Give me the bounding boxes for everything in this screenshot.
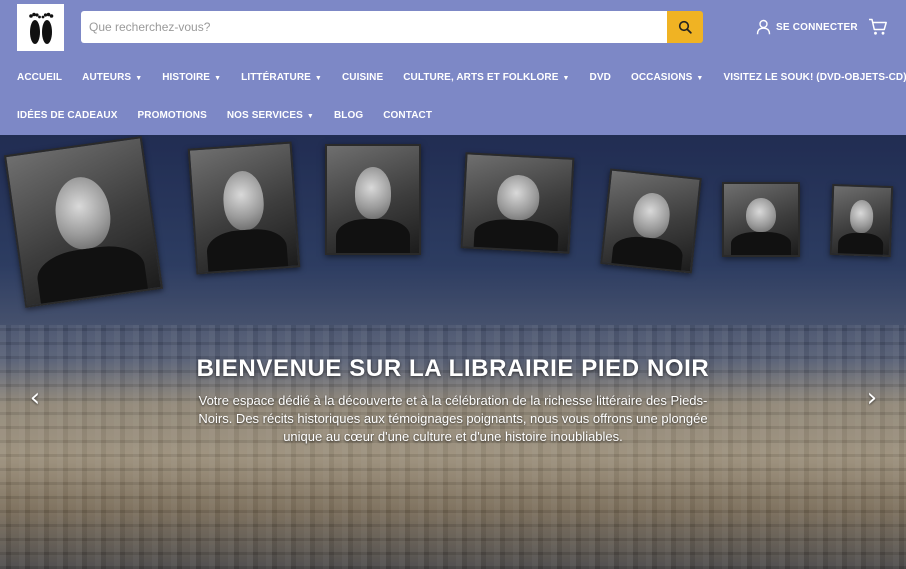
search-input[interactable] [81, 11, 667, 43]
nav-item-occasions[interactable]: OCCASIONS ▼ [631, 72, 704, 83]
login-label: SE CONNECTER [776, 21, 858, 33]
nav-item-accueil[interactable]: ACCUEIL [17, 72, 62, 83]
nav-item-promotions[interactable]: PROMOTIONS [138, 110, 207, 121]
chevron-down-icon: ▼ [135, 74, 143, 82]
nav-item-blog[interactable]: BLOG [334, 110, 363, 121]
search-bar [81, 11, 703, 43]
author-portrait [325, 144, 421, 255]
chevron-down-icon: ▼ [696, 74, 704, 82]
author-portrait [187, 141, 301, 275]
author-portrait [829, 183, 894, 258]
cart-button[interactable] [868, 17, 888, 37]
nav-item-nos-services[interactable]: NOS SERVICES ▼ [227, 110, 314, 121]
author-portrait [600, 168, 702, 274]
site-header: SE CONNECTER ACCUEIL AUTEURS▼ HISTOIRE▼ … [0, 0, 906, 135]
hero-banner: BIENVENUE SUR LA LIBRAIRIE PIED NOIR Vot… [0, 135, 906, 569]
chevron-down-icon: ▼ [314, 74, 322, 82]
nav-item-souk[interactable]: VISITEZ LE SOUK! (DVD-OBJETS-CD) [723, 72, 906, 83]
hero-title: BIENVENUE SUR LA LIBRAIRIE PIED NOIR [196, 355, 710, 382]
carousel-next-button[interactable]: › [860, 385, 884, 411]
footprints-icon [28, 12, 53, 44]
cart-icon [869, 18, 887, 35]
author-portrait [722, 182, 800, 257]
chevron-down-icon: ▼ [306, 112, 314, 120]
main-nav-row-2: IDÉES DE CADEAUX PROMOTIONS NOS SERVICES… [17, 107, 452, 123]
login-link[interactable]: SE CONNECTER [756, 18, 858, 36]
main-nav-row-1: ACCUEIL AUTEURS ▼ HISTOIRE ▼ LITTÉRATURE ▼ … [17, 69, 906, 85]
nav-item-culture[interactable]: CULTURE, ARTS ET FOLKLORE ▼ [403, 72, 569, 83]
chevron-down-icon: ▼ [214, 74, 222, 82]
carousel-prev-button[interactable]: ‹ [23, 385, 47, 411]
nav-item-contact[interactable]: CONTACT [383, 110, 432, 121]
search-icon [678, 20, 692, 34]
nav-item-histoire[interactable]: HISTOIRE ▼ [162, 72, 221, 83]
nav-item-cuisine[interactable]: CUISINE [342, 72, 383, 83]
chevron-down-icon: ▼ [562, 74, 570, 82]
search-button[interactable] [667, 11, 703, 43]
nav-item-dvd[interactable]: DVD [590, 72, 611, 83]
author-portrait [460, 152, 575, 254]
author-portrait [3, 136, 164, 308]
nav-item-litterature[interactable]: LITTÉRATURE ▼ [241, 72, 322, 83]
user-icon [756, 19, 771, 35]
site-logo[interactable] [17, 4, 64, 51]
hero-description: Votre espace dédié à la découverte et à … [198, 393, 708, 444]
nav-item-idees-cadeaux[interactable]: IDÉES DE CADEAUX [17, 110, 118, 121]
nav-item-auteurs[interactable]: AUTEURS ▼ [82, 72, 142, 83]
